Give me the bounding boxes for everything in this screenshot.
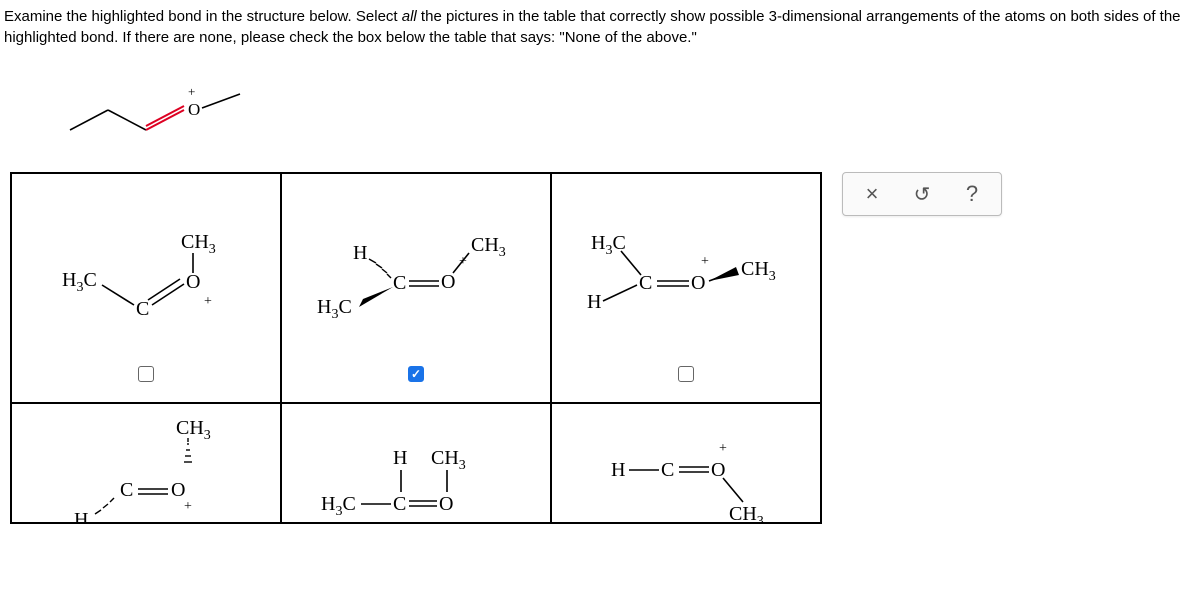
svg-text:O: O	[441, 271, 455, 293]
svg-text:C: C	[393, 272, 406, 294]
option-cell-e[interactable]: H CH3 H3C C O	[281, 403, 551, 523]
help-button[interactable]: ?	[947, 176, 997, 212]
option-c-checkbox[interactable]	[678, 366, 694, 382]
reference-structure: O +	[60, 82, 1200, 152]
svg-text:H3C: H3C	[317, 296, 352, 322]
reset-icon: ↺	[914, 182, 931, 207]
question-instructions: Examine the highlighted bond in the stru…	[0, 0, 1200, 52]
help-icon: ?	[966, 181, 978, 207]
svg-text:O: O	[711, 459, 725, 481]
ref-plus: +	[188, 84, 195, 99]
option-cell-c[interactable]: H3C H C O + CH3	[551, 173, 821, 403]
svg-text:+: +	[719, 441, 727, 456]
reset-button[interactable]: ↺	[897, 176, 947, 212]
svg-text:CH3: CH3	[176, 417, 211, 443]
svg-text:+: +	[184, 499, 192, 514]
svg-text:H: H	[393, 447, 407, 469]
svg-text:CH3: CH3	[471, 234, 506, 260]
close-icon: ×	[866, 181, 879, 207]
ref-o-atom: O	[188, 100, 200, 119]
option-a-checkbox[interactable]	[138, 366, 154, 382]
svg-text:H: H	[353, 242, 367, 264]
instruction-all: all	[402, 8, 417, 25]
svg-text:+: +	[701, 254, 709, 269]
structure-b: CH3 + O C H H3C	[301, 223, 531, 353]
svg-text:C: C	[136, 298, 149, 320]
svg-text:+: +	[204, 294, 212, 309]
svg-text:C: C	[639, 272, 652, 294]
svg-text:C: C	[661, 459, 674, 481]
svg-text:O: O	[439, 493, 453, 515]
svg-text:CH3: CH3	[741, 258, 776, 284]
structure-f: H C O + CH3	[571, 404, 801, 522]
option-cell-b[interactable]: CH3 + O C H H3C	[281, 173, 551, 403]
option-cell-d[interactable]: CH3 C O + H	[11, 403, 281, 523]
svg-text:O: O	[691, 272, 705, 294]
action-toolbar: × ↺ ?	[842, 172, 1002, 216]
structure-e: H CH3 H3C C O	[301, 404, 531, 522]
option-cell-a[interactable]: CH3 O + C H3C	[11, 173, 281, 403]
reference-molecule-svg: O +	[60, 82, 260, 152]
option-b-checkbox[interactable]	[408, 366, 424, 382]
structure-d: CH3 C O + H	[46, 404, 246, 522]
clear-button[interactable]: ×	[847, 176, 897, 212]
svg-text:CH3: CH3	[431, 447, 466, 473]
svg-text:O: O	[186, 271, 200, 293]
structure-a: CH3 O + C H3C	[46, 223, 246, 353]
svg-text:H3C: H3C	[321, 493, 356, 519]
svg-text:CH3: CH3	[729, 503, 764, 522]
svg-text:H3C: H3C	[591, 232, 626, 258]
svg-text:H: H	[611, 459, 625, 481]
options-table: CH3 O + C H3C CH3	[10, 172, 822, 524]
svg-text:O: O	[171, 479, 185, 501]
svg-text:H3C: H3C	[62, 269, 97, 295]
svg-text:CH3: CH3	[181, 231, 216, 257]
structure-c: H3C H C O + CH3	[561, 223, 811, 353]
svg-text:H: H	[74, 509, 88, 522]
svg-text:C: C	[120, 479, 133, 501]
instruction-text-1: Examine the highlighted bond in the stru…	[4, 8, 402, 25]
svg-text:H: H	[587, 291, 601, 313]
svg-text:C: C	[393, 493, 406, 515]
svg-text:+: +	[459, 254, 467, 269]
option-cell-f[interactable]: H C O + CH3	[551, 403, 821, 523]
